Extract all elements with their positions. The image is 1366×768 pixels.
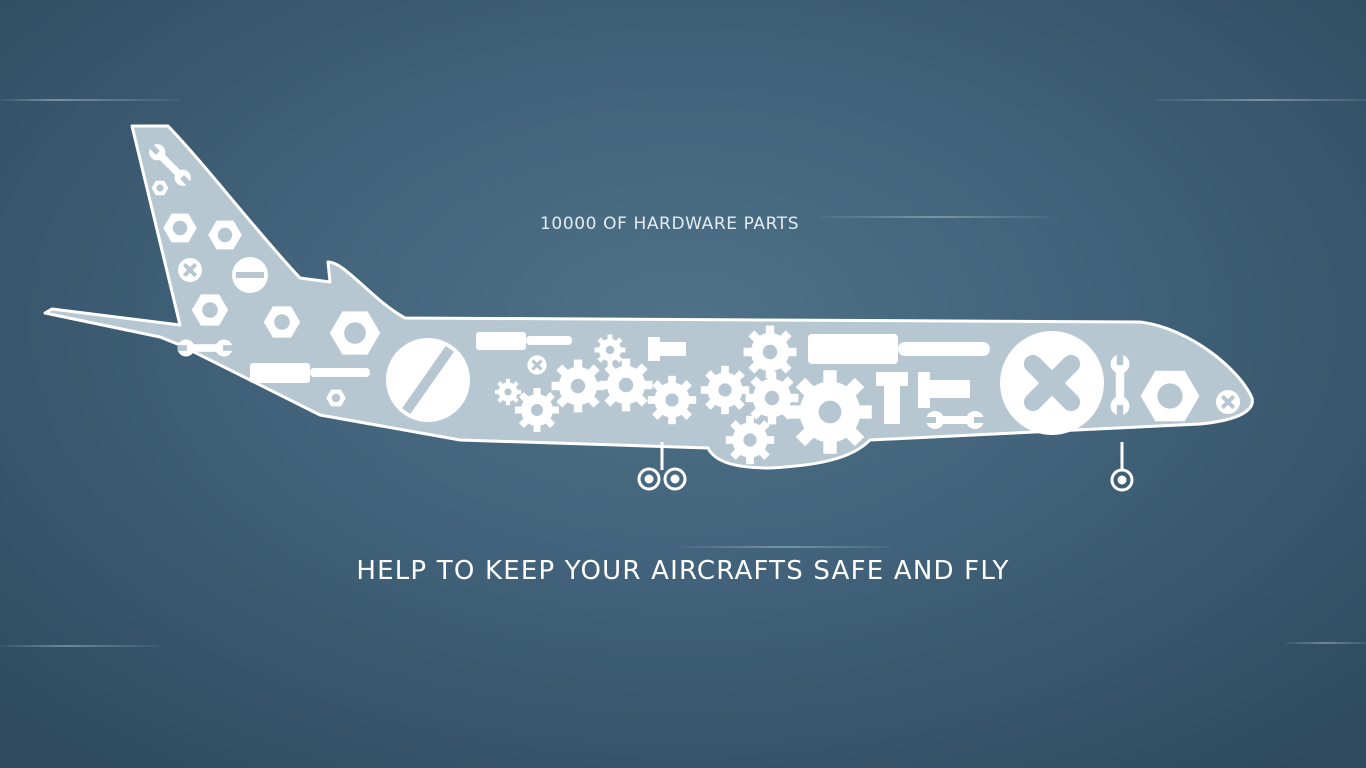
landing-gear-wheel-icon bbox=[1110, 442, 1134, 492]
gear-icon bbox=[494, 378, 522, 406]
gear-icon bbox=[725, 415, 775, 465]
subtitle: 10000 OF HARDWARE PARTS bbox=[540, 214, 800, 234]
screw-head-icon bbox=[386, 338, 470, 422]
gear-icon bbox=[515, 388, 559, 432]
gear-icon bbox=[594, 334, 626, 366]
gear-icon bbox=[700, 365, 750, 415]
gear-icon bbox=[788, 370, 872, 454]
screw-head-icon bbox=[1000, 331, 1104, 435]
headline: HELP TO KEEP YOUR AIRCRAFTS SAFE AND FLY bbox=[356, 556, 1010, 586]
screw-head-icon bbox=[232, 257, 268, 293]
gear-icon bbox=[743, 325, 797, 379]
landing-gear-wheel-icon bbox=[637, 442, 687, 491]
screw-head-icon bbox=[178, 258, 202, 282]
gear-icon bbox=[599, 358, 653, 412]
gear-icon bbox=[647, 375, 697, 425]
airplane-illustration bbox=[43, 124, 1254, 492]
gear-icon bbox=[551, 359, 605, 413]
screw-head-icon bbox=[527, 355, 547, 375]
screw-head-icon bbox=[1216, 390, 1240, 414]
